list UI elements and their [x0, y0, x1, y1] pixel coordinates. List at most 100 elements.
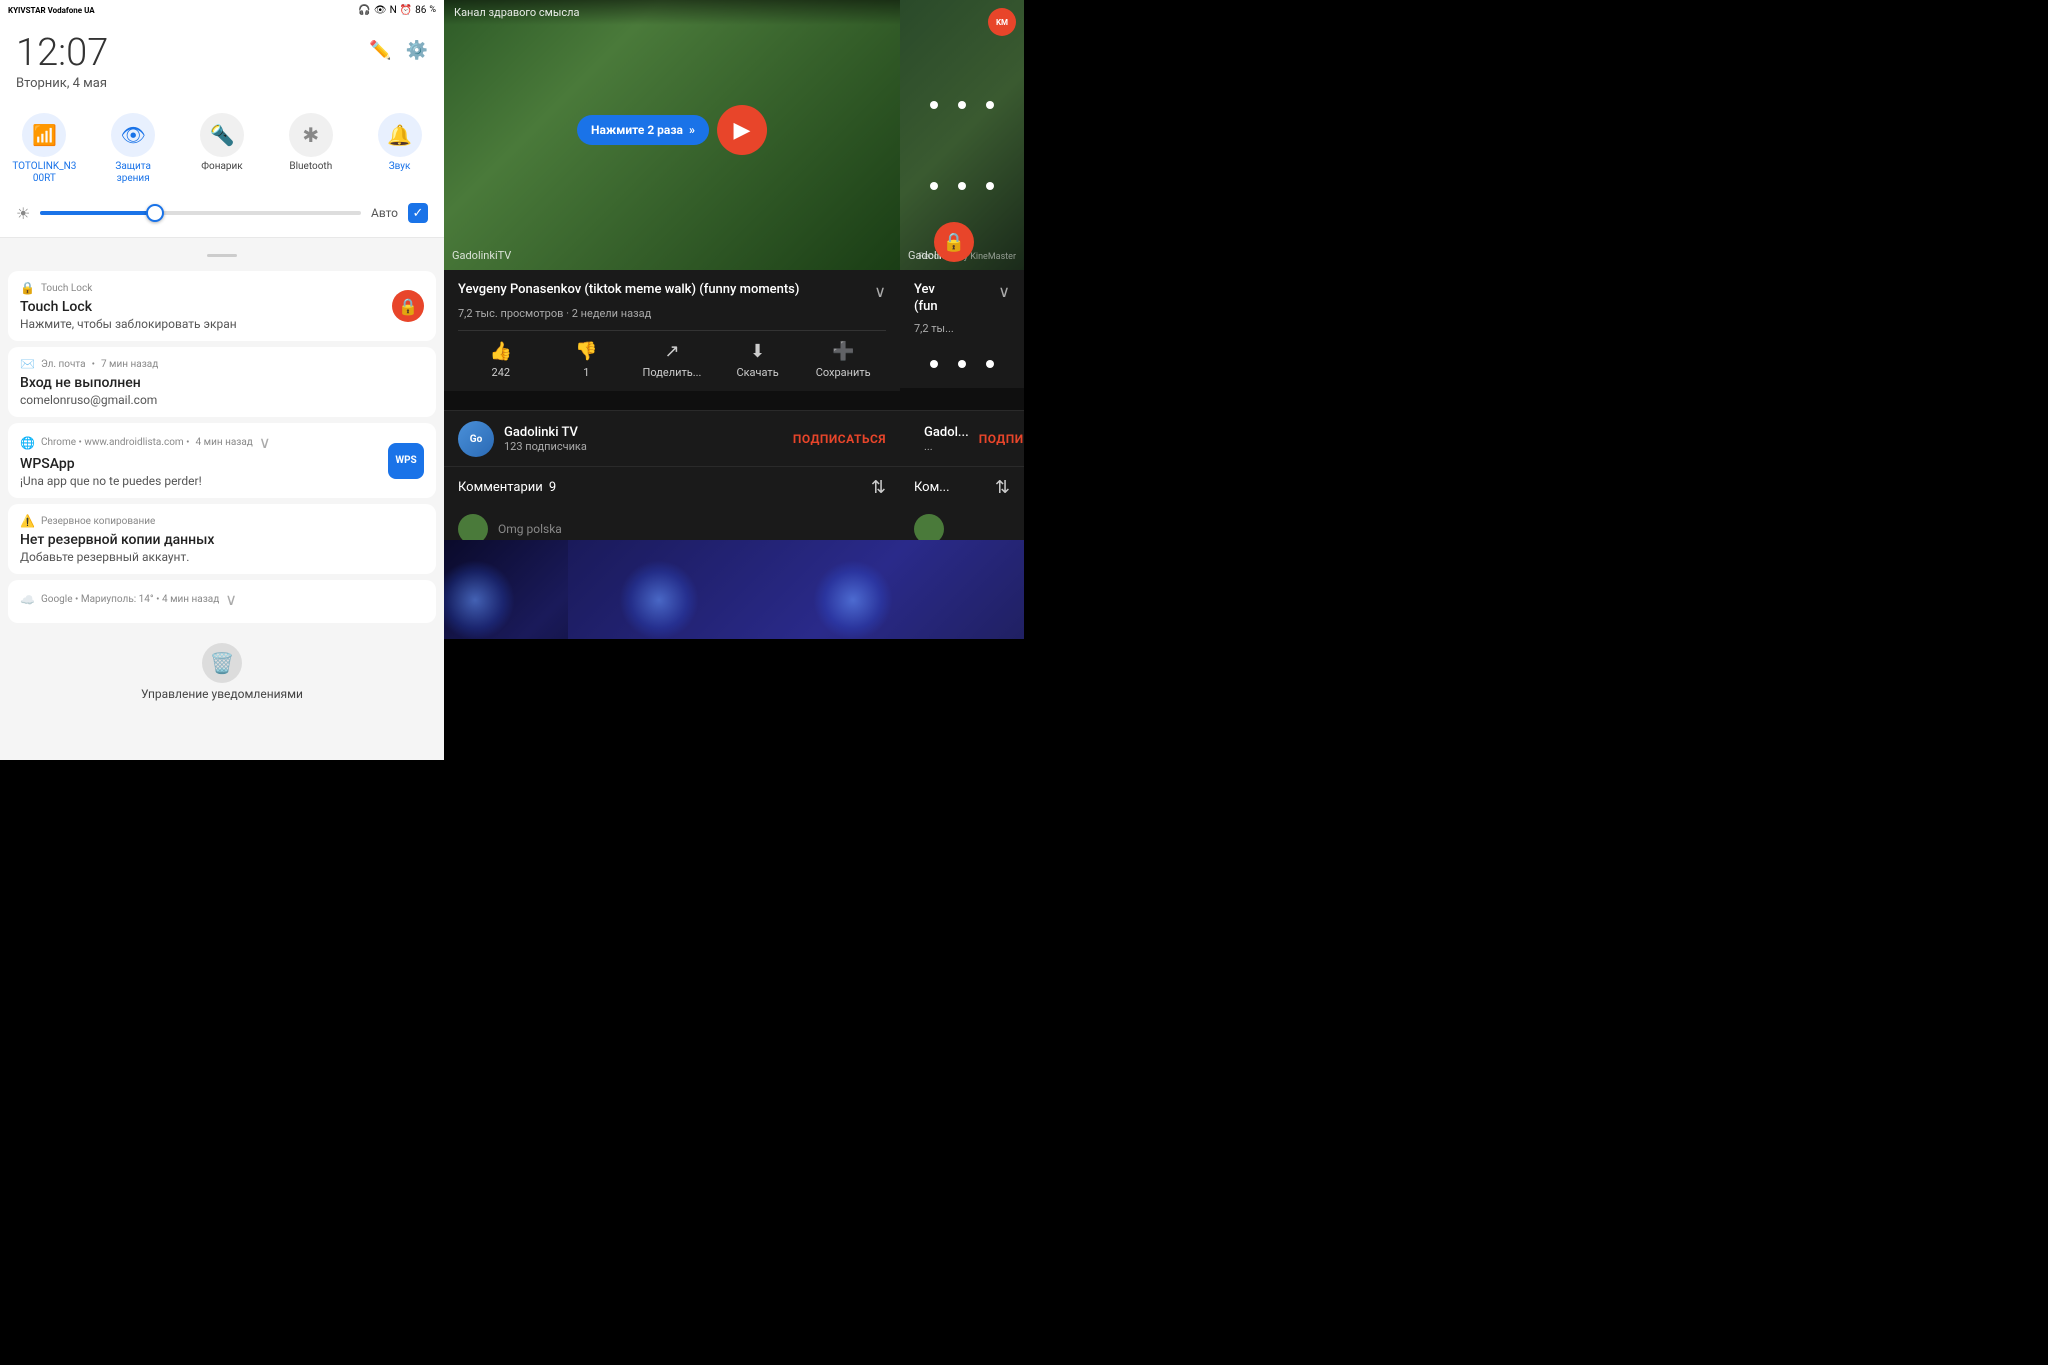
email-notification[interactable]: ✉️ Эл. почта • 7 мин назад Вход не выпол… — [8, 347, 436, 417]
channel-info: Gadolinki TV 123 подписчика — [504, 425, 783, 453]
backup-body: Добавьте резервный аккаунт. — [20, 550, 424, 564]
network-name: Vodafone UA — [48, 6, 95, 15]
tap-twice-button[interactable]: Нажмите 2 раза » — [577, 115, 709, 145]
brightness-slider[interactable] — [40, 211, 361, 215]
video-stats: 7,2 тыс. просмотров · 2 недели назад — [458, 307, 886, 320]
touchlock-lock-icon: 🔒 — [392, 290, 424, 322]
wpsapp-title: WPSApp — [20, 456, 424, 472]
bottom-video-strip: УРОВЕНЬ УРОВЕНЬ УРОВЕНЬ — [444, 540, 1024, 639]
video-expand-icon-right[interactable]: ∨ — [998, 282, 1010, 301]
touchlock-body: Нажмите, чтобы заблокировать экран — [20, 317, 424, 331]
sort-icon[interactable]: ⇅ — [871, 477, 886, 498]
main-content: Канал здравого смысла Нажмите 2 раза » ▶… — [444, 0, 1024, 639]
wpsapp-body: ¡Una app que no te puedes perder! — [20, 474, 424, 488]
commenter-name: Omg polska — [498, 522, 562, 536]
save-button[interactable]: ➕ Сохранить — [800, 341, 886, 379]
carrier-name: KYIVSTAR — [8, 6, 46, 15]
brain-glow-center-right — [813, 560, 893, 639]
brain-glow-left — [444, 560, 515, 639]
sound-icon: 🔔 — [387, 123, 412, 147]
dot-1 — [930, 101, 938, 109]
share-label: Поделить... — [643, 366, 702, 379]
brightness-row: ☀ Авто ✓ — [0, 195, 444, 238]
dot-e1 — [930, 360, 938, 368]
notif-header-backup: ⚠️ Резервное копирование — [20, 514, 424, 528]
clock-display: 12:07 Вторник, 4 мая — [16, 34, 108, 91]
brightness-checkbox[interactable]: ✓ — [408, 203, 428, 223]
backup-title: Нет резервной копии данных — [20, 532, 424, 548]
channel-row-left: Go Gadolinki TV 123 подписчика ПОДПИСАТЬ… — [444, 410, 900, 467]
tile-eyeprotect[interactable]: 👁 Защитазрения — [93, 113, 173, 185]
channel-info-right: Gadol... ... — [924, 425, 969, 453]
video-time-ago: 2 недели назад — [572, 307, 652, 320]
bluetooth-icon-wrap: ✱ — [289, 113, 333, 157]
wps-app-icon: WPS — [388, 443, 424, 479]
cloud-icon: ☁️ — [20, 593, 35, 607]
share-button[interactable]: ↗ Поделить... — [629, 341, 715, 379]
tile-sound[interactable]: 🔔 Звук — [360, 113, 440, 173]
google-notification[interactable]: ☁️ Google • Мариуполь: 14° • 4 мин назад… — [8, 580, 436, 623]
tile-flashlight[interactable]: 🔦 Фонарик — [182, 113, 262, 173]
kinemaster-logo: KM — [988, 8, 1016, 36]
backup-notification[interactable]: ⚠️ Резервное копирование Нет резервной к… — [8, 504, 436, 574]
video-thumbnail-main[interactable]: Канал здравого смысла Нажмите 2 раза » ▶… — [444, 0, 900, 270]
settings-icon[interactable]: ⚙️ — [406, 40, 428, 61]
comments-count: 9 — [549, 480, 556, 495]
dislike-button[interactable]: 👎 1 — [544, 341, 630, 379]
quick-tiles: 📶 TOTOLINK_N300RT 👁 Защитазрения 🔦 Фонар… — [0, 101, 444, 195]
video-info-left: Yevgeny Ponasenkov (tiktok meme walk) (f… — [444, 270, 900, 391]
clock-area: 12:07 Вторник, 4 мая ✏️ ⚙️ — [0, 20, 444, 101]
channel-row-right: Go Gadol... ... ПОДПИСАТЬСЯ — [900, 410, 1024, 467]
video-stats-right: 7,2 ты... — [914, 322, 1010, 335]
brightness-fill — [40, 211, 152, 215]
headphones-icon: 🎧 — [358, 5, 370, 16]
touchlock-notification[interactable]: 🔒 Touch Lock Touch Lock Нажмите, чтобы з… — [8, 271, 436, 341]
tile-wifi[interactable]: 📶 TOTOLINK_N300RT — [4, 113, 84, 185]
subscribe-button[interactable]: ПОДПИСАТЬСЯ — [793, 432, 886, 446]
dot-3 — [986, 101, 994, 109]
brightness-low-icon: ☀ — [16, 204, 30, 223]
trash-icon-wrap: 🗑️ — [202, 643, 242, 683]
play-button[interactable]: ▶ — [717, 105, 767, 155]
notif-header-google: ☁️ Google • Мариуполь: 14° • 4 мин назад… — [20, 590, 424, 609]
dot-5 — [958, 182, 966, 190]
channel-subs: 123 подписчика — [504, 440, 783, 453]
bottom-video-center[interactable]: УРОВЕНЬ — [568, 540, 1024, 639]
video-actions: 👍 242 👎 1 ↗ Поделить... ⬇ Скачать ➕ Сохр… — [458, 330, 886, 379]
like-count: 242 — [492, 366, 511, 379]
trash-icon: 🗑️ — [210, 651, 235, 675]
brightness-auto-label: Авто — [371, 206, 398, 220]
sort-icon-right[interactable]: ⇅ — [995, 477, 1010, 498]
wifi-icon-wrap: 📶 — [22, 113, 66, 157]
divider-indicator — [207, 254, 237, 257]
chrome-icon: 🌐 — [20, 436, 35, 450]
google-expand-icon: ∨ — [225, 590, 237, 609]
chrome-notification[interactable]: 🌐 Chrome • www.androidlista.com • 4 мин … — [8, 423, 436, 498]
bluetooth-label: Bluetooth — [289, 161, 332, 173]
carrier-info: KYIVSTAR Vodafone UA — [8, 6, 95, 15]
tile-bluetooth[interactable]: ✱ Bluetooth — [271, 113, 351, 173]
lock-icon-secondary: 🔒 — [934, 222, 974, 262]
play-icon: ▶ — [733, 118, 750, 143]
google-app-name: Google • Мариуполь: 14° • 4 мин назад — [41, 594, 219, 605]
edit-icon[interactable]: ✏️ — [369, 40, 391, 61]
eye-icon: 👁 — [374, 5, 387, 16]
nfc-icon: N — [390, 5, 397, 16]
panel-divider — [0, 238, 444, 265]
download-button[interactable]: ⬇ Скачать — [715, 341, 801, 379]
lock-header-icon: 🔒 — [20, 281, 35, 295]
manage-notifications-button[interactable]: 🗑️ Управление уведомлениями — [141, 643, 303, 701]
play-overlay: Нажмите 2 раза » ▶ — [577, 105, 767, 155]
download-label: Скачать — [736, 366, 778, 379]
eyeprotect-label: Защитазрения — [115, 161, 151, 185]
eyeprotect-icon-wrap: 👁 — [111, 113, 155, 157]
video-thumbnail-secondary[interactable]: KM Recorded by KineMaster GadolinkiTV 🔒 — [900, 0, 1024, 270]
like-button[interactable]: 👍 242 — [458, 341, 544, 379]
sound-label: Звук — [389, 161, 411, 173]
channel-name-right: Gadol... — [924, 425, 969, 440]
subscribe-button-right[interactable]: ПОДПИСАТЬСЯ — [979, 432, 1024, 446]
bottom-video-left[interactable]: УРОВЕНЬ — [444, 540, 568, 639]
video-expand-icon[interactable]: ∨ — [874, 282, 886, 301]
warning-icon: ⚠️ — [20, 514, 35, 528]
notification-panel: KYIVSTAR Vodafone UA 🎧 👁 N ⏰ 86 % 12:07 … — [0, 0, 444, 760]
